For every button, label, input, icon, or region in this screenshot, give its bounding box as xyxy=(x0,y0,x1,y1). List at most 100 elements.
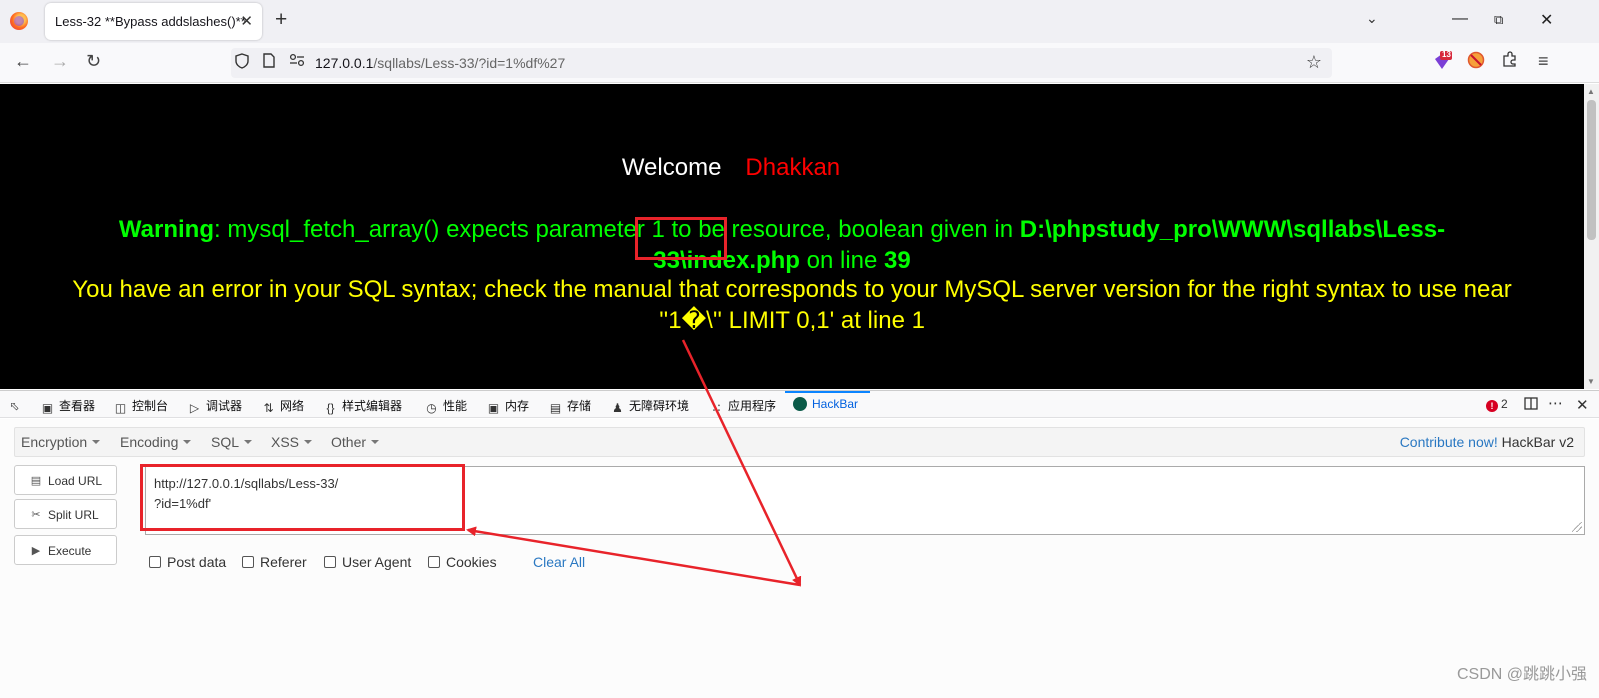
style-editor-icon: {} xyxy=(326,401,335,415)
scrollbar-thumb[interactable] xyxy=(1587,100,1596,240)
console-icon: ◫ xyxy=(114,401,127,415)
welcome-text: Welcome xyxy=(621,154,722,181)
network-icon: ⇅ xyxy=(263,401,274,415)
devtools-tab-hackbar[interactable]: HackBar xyxy=(793,397,858,411)
checkbox-box[interactable] xyxy=(428,556,440,568)
user-agent-checkbox[interactable]: User Agent xyxy=(324,554,411,570)
checkbox-box[interactable] xyxy=(149,556,161,568)
performance-icon: ◷ xyxy=(426,401,437,415)
menu-label: Other xyxy=(331,434,367,450)
contribute-link[interactable]: Contribute now! xyxy=(1400,434,1498,450)
devtools-tab-label: HackBar xyxy=(812,397,859,411)
forward-icon[interactable]: → xyxy=(51,51,69,72)
address-bar[interactable]: 127.0.0.1/sqllabs/Less-33/?id=1%df%27 ☆ xyxy=(231,48,1332,78)
cookies-checkbox[interactable]: Cookies xyxy=(428,554,497,570)
devtools-tab-application[interactable]: ∷ 应用程序 xyxy=(710,397,776,415)
execute-label: Execute xyxy=(48,544,92,558)
devtools-tab-console[interactable]: ◫ 控制台 xyxy=(114,397,168,415)
warning-path: D:\phpstudy_pro\WWW\sqllabs\Less- xyxy=(1019,216,1446,243)
devtools-toolbar: ⬁ ▣ 查看器 ◫ 控制台 ▷ 调试器 ⇅ 网络 {} 样式编辑器 ◷ 性能 ▣ 内存 ▤ 存储… xyxy=(0,390,1599,418)
user-name: Dhakkan xyxy=(745,154,841,181)
window-close-icon[interactable]: ✕ xyxy=(1540,10,1553,30)
url-host: 127.0.0.1 xyxy=(315,55,374,71)
menu-encoding[interactable]: Encoding xyxy=(120,434,192,450)
post-data-checkbox[interactable]: Post data xyxy=(149,554,226,570)
warning-label: Warning xyxy=(118,216,214,243)
devtools-tab-inspector[interactable]: ▣ 查看器 xyxy=(41,397,95,415)
error-icon: ! xyxy=(1486,400,1498,412)
tab-strip: Less-32 **Bypass addslashes()** ✕ + ⌄ — … xyxy=(0,0,1599,43)
sql-error-query: ''1�\'' LIMIT 0,1' at line 1 xyxy=(659,307,925,334)
page-icon[interactable] xyxy=(263,53,275,72)
blocker-extension-icon[interactable] xyxy=(1467,51,1485,74)
shield-icon[interactable] xyxy=(235,53,249,73)
devtools-tab-performance[interactable]: ◷ 性能 xyxy=(425,397,467,415)
page-scrollbar[interactable]: ▲ ▼ xyxy=(1584,84,1599,389)
devtools-tab-label: 无障碍环境 xyxy=(629,399,690,413)
more-options-icon[interactable]: ⋯ xyxy=(1548,394,1563,412)
referer-checkbox[interactable]: Referer xyxy=(242,554,307,570)
menu-label: SQL xyxy=(211,434,240,450)
menu-encryption[interactable]: Encryption xyxy=(21,434,101,450)
warning-line-number: 39 xyxy=(884,247,911,274)
hackbar-menu: Encryption Encoding SQL XSS Other Contri… xyxy=(14,427,1585,457)
tab-close-icon[interactable]: ✕ xyxy=(240,12,253,30)
page-content: Welcome Dhakkan Warning: mysql_fetch_arra… xyxy=(0,84,1584,389)
devtools-tab-style-editor[interactable]: {} 样式编辑器 xyxy=(324,397,402,415)
execute-button[interactable]: ▶ Execute xyxy=(14,535,117,565)
back-icon[interactable]: ← xyxy=(14,51,32,72)
devtools-tab-storage[interactable]: ▤ 存储 xyxy=(549,397,591,415)
warning-online: on line xyxy=(799,247,885,274)
caret-icon xyxy=(92,440,101,444)
extension-badge: 13 xyxy=(1442,50,1451,59)
checkbox-box[interactable] xyxy=(324,556,336,568)
error-count-badge[interactable]: ! 2 xyxy=(1486,397,1508,412)
bookmark-star-icon[interactable]: ☆ xyxy=(1306,52,1322,73)
checkbox-box[interactable] xyxy=(242,556,254,568)
reload-icon[interactable]: ↻ xyxy=(86,51,101,72)
minimize-icon[interactable]: — xyxy=(1452,10,1468,28)
execute-icon: ▶ xyxy=(31,545,41,557)
firefox-logo-icon[interactable] xyxy=(10,12,28,30)
browser-tab[interactable]: Less-32 **Bypass addslashes()** ✕ xyxy=(45,3,262,40)
php-warning: Warning: mysql_fetch_array() expects par… xyxy=(40,214,1524,276)
checkbox-label: Cookies xyxy=(446,554,497,570)
split-url-icon: ✂ xyxy=(31,509,41,521)
annotation-box-query xyxy=(635,217,727,260)
extension-icon[interactable]: 13 xyxy=(1432,50,1452,76)
devtools-tab-network[interactable]: ⇅ 网络 xyxy=(262,397,304,415)
memory-icon: ▣ xyxy=(487,401,500,415)
devtools-tab-label: 性能 xyxy=(443,399,468,413)
split-url-button[interactable]: ✂ Split URL xyxy=(14,499,117,529)
dock-side-icon[interactable] xyxy=(1524,396,1538,414)
contribute-area: Contribute now! HackBar v2 xyxy=(1400,434,1574,450)
resize-handle[interactable] xyxy=(1572,522,1582,532)
devtools-close-icon[interactable]: ✕ xyxy=(1576,396,1589,414)
devtools-tab-memory[interactable]: ▣ 内存 xyxy=(487,397,529,415)
load-url-button[interactable]: ▤ Load URL xyxy=(14,465,117,495)
application-icon: ∷ xyxy=(712,401,721,415)
url-text[interactable]: 127.0.0.1/sqllabs/Less-33/?id=1%df%27 xyxy=(315,55,565,71)
menu-sql[interactable]: SQL xyxy=(211,434,253,450)
watermark: CSDN @跳跳小强 xyxy=(1456,666,1587,683)
menu-other[interactable]: Other xyxy=(331,434,380,450)
devtools-tab-label: 应用程序 xyxy=(728,399,777,413)
list-all-tabs-icon[interactable]: ⌄ xyxy=(1366,10,1378,27)
devtools-tab-accessibility[interactable]: ♟ 无障碍环境 xyxy=(611,397,689,415)
caret-icon xyxy=(371,440,380,444)
menu-icon[interactable]: ≡ xyxy=(1538,51,1549,72)
new-tab-icon[interactable]: + xyxy=(275,9,287,30)
element-picker-icon[interactable]: ⬁ xyxy=(8,397,26,413)
devtools-tab-label: 样式编辑器 xyxy=(342,399,403,413)
clear-all-link[interactable]: Clear All xyxy=(533,554,585,570)
error-count: 2 xyxy=(1501,397,1508,411)
extensions-puzzle-icon[interactable] xyxy=(1502,51,1518,72)
restore-icon[interactable]: ⧉ xyxy=(1494,12,1503,28)
debugger-icon: ▷ xyxy=(189,401,200,415)
devtools-tab-label: 控制台 xyxy=(132,399,169,413)
devtools-tab-debugger[interactable]: ▷ 调试器 xyxy=(188,397,242,415)
permissions-icon[interactable] xyxy=(289,53,305,71)
menu-xss[interactable]: XSS xyxy=(271,434,313,450)
accessibility-icon: ♟ xyxy=(612,401,623,415)
load-url-icon: ▤ xyxy=(30,475,42,487)
